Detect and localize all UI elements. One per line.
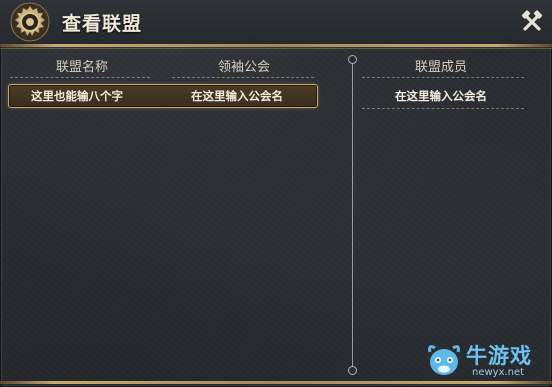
header-divider-leader	[172, 77, 314, 78]
member-row-divider	[362, 108, 524, 109]
header-divider-members	[362, 77, 524, 78]
title-bar: 查看联盟	[0, 0, 552, 46]
leader-guild-cell: 在这里输入公会名	[191, 89, 283, 103]
watermark-url: newyx.net	[472, 367, 525, 378]
watermark-name: 牛游戏	[466, 344, 532, 368]
column-divider	[352, 62, 353, 368]
watermark: 牛游戏 newyx.net	[424, 338, 548, 384]
member-list-item[interactable]: 在这里输入公会名	[366, 88, 516, 104]
divider-bottom-knob	[348, 366, 357, 375]
divider-top-knob	[348, 55, 357, 64]
alliance-name-cell: 这里也能输八个字	[31, 89, 123, 103]
title-divider-thin	[0, 48, 552, 49]
title-divider	[0, 44, 552, 47]
header-divider-name	[10, 77, 150, 78]
crossed-tools-close-icon[interactable]	[518, 8, 546, 36]
window-title: 查看联盟	[62, 13, 143, 35]
header-alliance-name: 联盟名称	[55, 60, 108, 75]
gear-emblem-icon	[10, 2, 50, 42]
alliance-window: 查看联盟 联盟名称 领袖公会 联盟成员 这里也能输八个字 在这里输入公会名 在这…	[0, 0, 552, 387]
header-leader-guild: 领袖公会	[217, 60, 270, 75]
alliance-row-selected[interactable]: 这里也能输八个字 在这里输入公会名	[8, 84, 318, 108]
header-members: 联盟成员	[414, 60, 467, 75]
bull-mascot-icon	[428, 345, 460, 375]
